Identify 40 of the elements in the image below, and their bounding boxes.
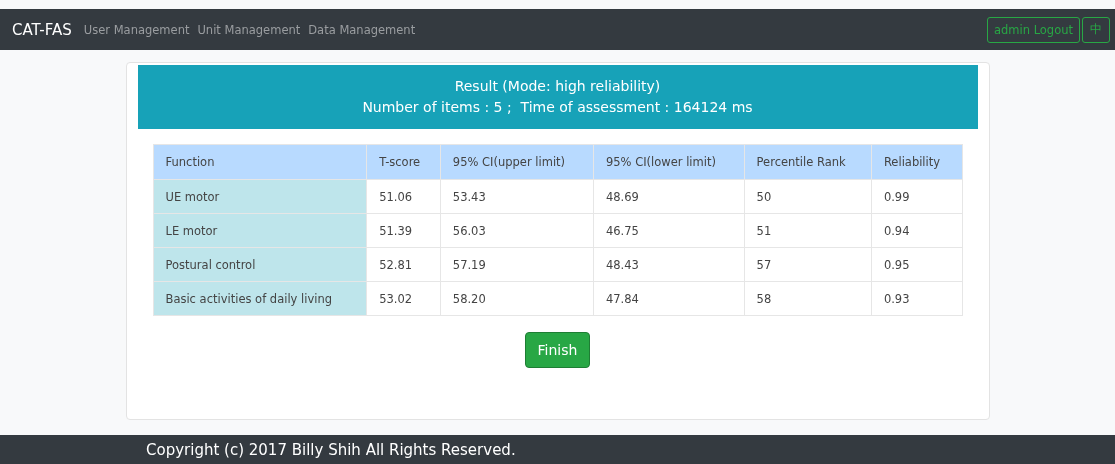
column-header: Function [153, 144, 367, 180]
table-cell: 48.69 [593, 179, 745, 214]
table-cell: 57.19 [440, 247, 594, 282]
table-cell: 57 [744, 247, 872, 282]
logout-button[interactable]: admin Logout [986, 16, 1080, 43]
result-title: Result (Mode: high reliability) [453, 77, 662, 96]
table-cell: LE motor [153, 213, 367, 248]
column-header: 95% CI(lower limit) [593, 144, 745, 180]
column-header: T-score [366, 144, 441, 180]
table-cell: 52.81 [366, 247, 441, 282]
table-cell: 53.02 [366, 281, 441, 316]
nav-link[interactable]: Unit Management [197, 22, 301, 37]
table-cell: 51 [744, 213, 872, 248]
result-summary: Number of items : 5 ; Time of assessment : 164124 ms [361, 98, 754, 117]
table-cell: 47.84 [593, 281, 745, 316]
column-header: 95% CI(upper limit) [440, 144, 594, 180]
table-cell: 53.43 [440, 179, 594, 214]
table-cell: 51.39 [366, 213, 441, 248]
table-cell: Postural control [153, 247, 367, 282]
table-cell: 46.75 [593, 213, 745, 248]
nav-link[interactable]: User Management [83, 22, 190, 37]
table-cell: 50 [744, 179, 872, 214]
table-cell: 0.95 [871, 247, 962, 282]
language-button[interactable]: 中 [1082, 16, 1110, 43]
brand-link[interactable]: CAT-FAS [12, 20, 72, 39]
table-cell: Basic activities of daily living [153, 281, 367, 316]
table-cell: 51.06 [366, 179, 441, 214]
table-cell: 0.99 [871, 179, 962, 214]
column-header: Reliability [871, 144, 962, 180]
table-cell: 0.94 [871, 213, 962, 248]
nav-link[interactable]: Data Management [308, 22, 416, 37]
table-cell: 58.20 [440, 281, 594, 316]
table-cell: 58 [744, 281, 872, 316]
column-header: Percentile Rank [744, 144, 872, 180]
table-cell: 0.93 [871, 281, 962, 316]
table-cell: UE motor [153, 179, 367, 214]
copyright-text: Copyright (c) 2017 Billy Shih All Rights Reserved. [146, 440, 516, 459]
finish-button[interactable]: Finish [524, 332, 591, 368]
table-cell: 56.03 [440, 213, 594, 248]
table-cell: 48.43 [593, 247, 745, 282]
